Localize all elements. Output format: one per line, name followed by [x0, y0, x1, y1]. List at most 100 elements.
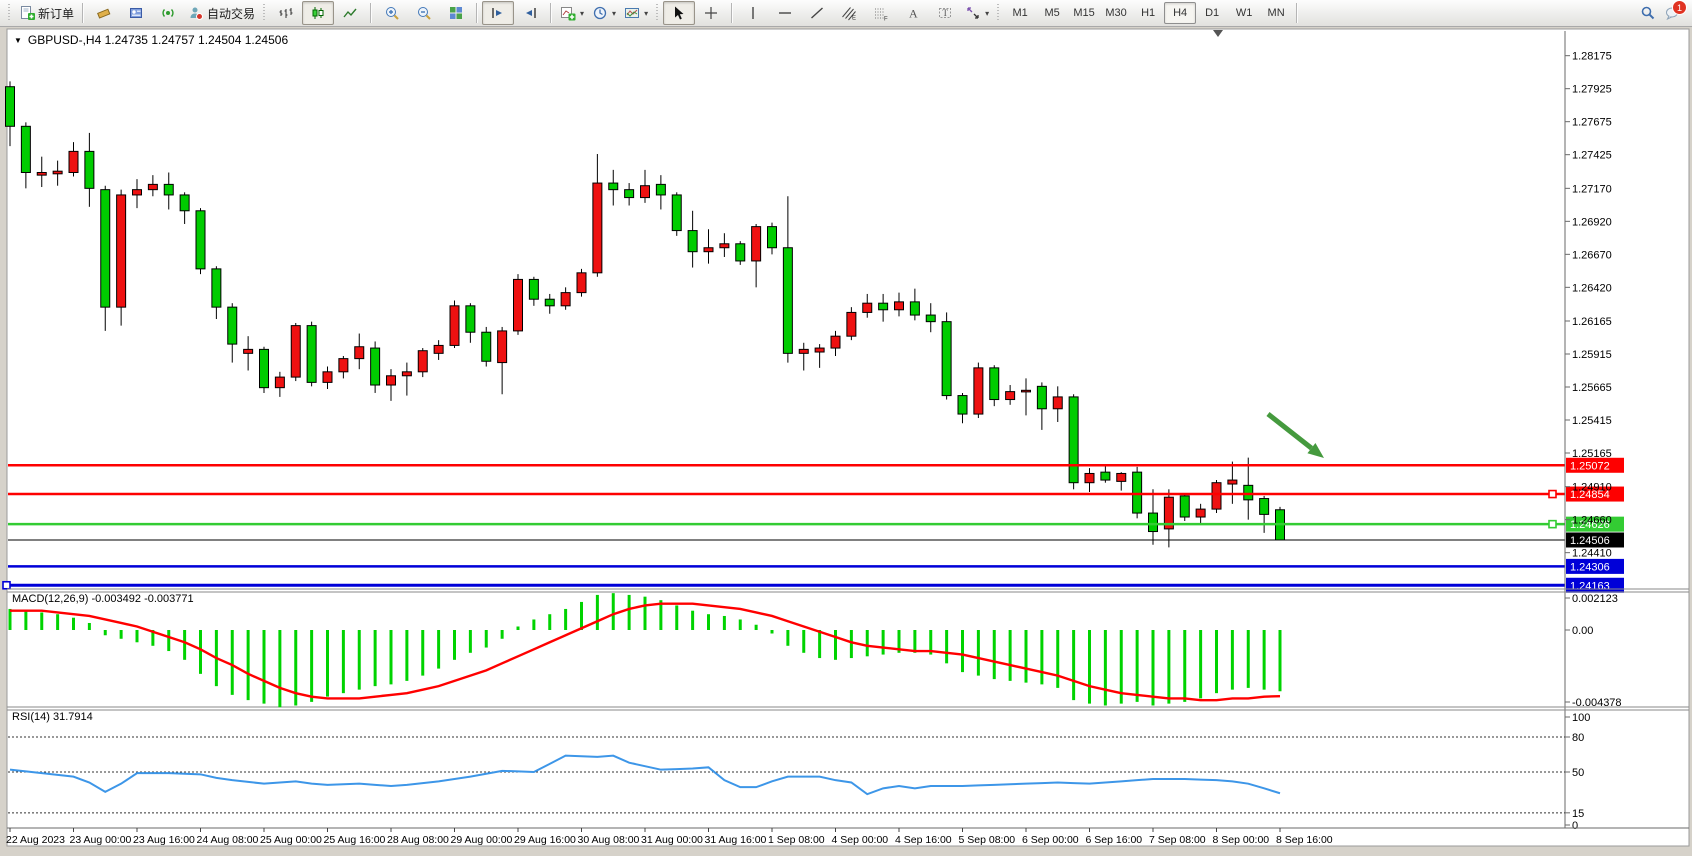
candle-body	[1260, 499, 1269, 515]
timeframe-h1[interactable]: H1	[1132, 2, 1164, 24]
line-handle[interactable]	[1549, 521, 1556, 528]
line-handle[interactable]	[3, 582, 10, 589]
time-tick-label: 31 Aug 00:00	[641, 834, 703, 846]
candle-body	[482, 332, 491, 361]
price-tick-label: 1.25415	[1572, 415, 1612, 427]
candlestick-chart-button[interactable]	[302, 1, 334, 25]
candle-body	[926, 315, 935, 322]
rsi-axis-label: 100	[1572, 712, 1590, 724]
candle-body	[990, 368, 999, 400]
chart-shift-button[interactable]	[514, 1, 546, 25]
candle-body	[1117, 473, 1126, 481]
candle-body	[577, 273, 586, 293]
fibonacci-button[interactable]: F	[865, 1, 897, 25]
candle-body	[53, 171, 62, 174]
candle-body	[1180, 496, 1189, 517]
text-label-button[interactable]: T	[929, 1, 961, 25]
macd-axis-label: -0.004378	[1572, 697, 1622, 709]
cursor-button[interactable]	[663, 1, 695, 25]
candle-body	[1212, 483, 1221, 509]
periods-button[interactable]: ▾	[588, 1, 620, 25]
candle-body	[656, 184, 665, 195]
candle-body	[752, 227, 761, 261]
price-tick-label: 1.24410	[1572, 548, 1612, 560]
horizontal-line-icon	[777, 5, 793, 21]
fibonacci-icon: F	[873, 5, 889, 21]
candle-body	[625, 190, 634, 198]
chart-window[interactable]: 1.250721.248541.246261.245061.243061.241…	[0, 28, 1692, 848]
templates-button[interactable]: ▾	[620, 1, 652, 25]
auto-scroll-button[interactable]	[482, 1, 514, 25]
crosshair-button[interactable]	[695, 1, 727, 25]
separator	[731, 3, 733, 23]
timeframe-m1[interactable]: M1	[1004, 2, 1036, 24]
chart-title-row: ▼ GBPUSD-,H4 1.24735 1.24757 1.24504 1.2…	[14, 33, 288, 47]
timeframe-m30[interactable]: M30	[1100, 2, 1132, 24]
candle-body	[402, 372, 411, 376]
candle-body	[1244, 485, 1253, 500]
periods-icon	[592, 5, 608, 21]
candle-body	[974, 368, 983, 414]
templates-icon	[624, 5, 640, 21]
candle-body	[736, 244, 745, 261]
separator	[82, 3, 84, 23]
line-chart-button[interactable]	[334, 1, 366, 25]
time-tick-label: 4 Sep 16:00	[895, 834, 952, 846]
autotrading-label: 自动交易	[207, 5, 255, 22]
timeframe-w1[interactable]: W1	[1228, 2, 1260, 24]
tile-windows-button[interactable]	[440, 1, 472, 25]
timeframe-m5[interactable]: M5	[1036, 2, 1068, 24]
search-icon[interactable]	[1640, 5, 1656, 21]
candle-body	[164, 184, 173, 195]
price-tick-label: 1.27170	[1572, 183, 1612, 195]
timeframe-mn[interactable]: MN	[1260, 2, 1292, 24]
rsi-axis-label: 50	[1572, 767, 1584, 779]
horizontal-line-button[interactable]	[769, 1, 801, 25]
zoom-out-button[interactable]	[408, 1, 440, 25]
toolbar-grip[interactable]	[7, 4, 12, 22]
symbol-dropdown-icon[interactable]: ▼	[14, 36, 22, 45]
bar-chart-button[interactable]	[270, 1, 302, 25]
terminal-icon	[160, 5, 176, 21]
main-toolbar: 新订单 自动交易	[0, 0, 1692, 27]
equidistant-channel-button[interactable]: E	[833, 1, 865, 25]
candle-body	[704, 248, 713, 252]
timeframe-h4[interactable]: H4	[1164, 2, 1196, 24]
time-tick-label: 7 Sep 08:00	[1149, 834, 1206, 846]
chart-canvas[interactable]: 1.250721.248541.246261.245061.243061.241…	[0, 0, 1692, 856]
time-tick-label: 8 Sep 00:00	[1213, 834, 1270, 846]
zoom-in-button[interactable]	[376, 1, 408, 25]
toolbar-grip[interactable]	[262, 4, 267, 22]
time-tick-label: 6 Sep 16:00	[1086, 834, 1143, 846]
terminal-button[interactable]	[152, 1, 184, 25]
macd-indicator-label: MACD(12,26,9) -0.003492 -0.003771	[12, 593, 194, 605]
candle-body	[466, 306, 475, 332]
arrows-button[interactable]: ▾	[961, 1, 993, 25]
notifications-button[interactable]: 1	[1664, 5, 1680, 21]
navigator-button[interactable]	[120, 1, 152, 25]
timeframe-m15[interactable]: M15	[1068, 2, 1100, 24]
indicators-button[interactable]: ▾	[556, 1, 588, 25]
candle-body	[37, 173, 46, 176]
vertical-line-button[interactable]	[737, 1, 769, 25]
candle-body	[418, 351, 427, 372]
text-button[interactable]: A	[897, 1, 929, 25]
time-tick-label: 5 Sep 08:00	[959, 834, 1016, 846]
toolbar-grip[interactable]	[655, 4, 660, 22]
toolbar-grip[interactable]	[996, 4, 1001, 22]
svg-text:E: E	[852, 16, 856, 22]
line-handle[interactable]	[1549, 491, 1556, 498]
dropdown-caret-icon: ▾	[985, 9, 989, 18]
time-tick-label: 28 Aug 08:00	[387, 834, 449, 846]
timeframe-d1[interactable]: D1	[1196, 2, 1228, 24]
dropdown-caret-icon: ▾	[580, 9, 584, 18]
line-chart-icon	[342, 5, 358, 21]
chart-title: GBPUSD-,H4 1.24735 1.24757 1.24504 1.245…	[28, 33, 288, 47]
navigator-icon	[128, 5, 144, 21]
time-tick-label: 8 Sep 16:00	[1276, 834, 1333, 846]
new-order-button[interactable]: 新订单	[15, 1, 78, 25]
time-tick-label: 23 Aug 00:00	[70, 834, 132, 846]
trendline-button[interactable]	[801, 1, 833, 25]
autotrading-button[interactable]: 自动交易	[184, 1, 259, 25]
market-watch-button[interactable]	[88, 1, 120, 25]
